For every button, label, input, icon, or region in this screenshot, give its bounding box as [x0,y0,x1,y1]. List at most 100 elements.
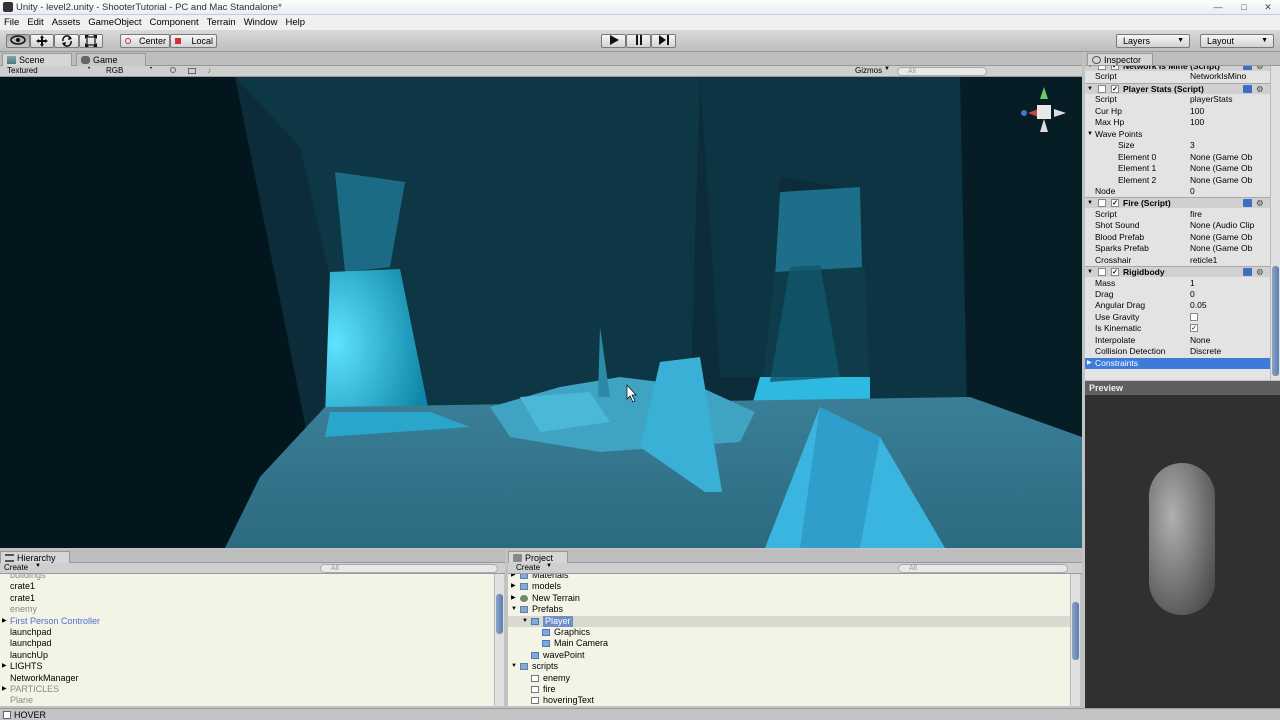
inspector-field[interactable]: Interpolate None [1085,335,1270,346]
project-search-input[interactable]: All [898,564,1068,573]
close-icon[interactable]: ✕ [1260,2,1276,13]
audio-toggle-icon[interactable]: ♪ [207,66,211,75]
scene-viewport[interactable] [0,77,1082,548]
hierarchy-item[interactable]: crate1 [0,581,35,592]
render-mode-dropdown[interactable]: Textured [7,66,38,75]
component-enabled-checkbox[interactable]: ✓ [1111,66,1119,70]
field-value[interactable]: 100 [1190,106,1204,117]
inspector-field[interactable]: Script fire [1085,209,1270,220]
tab-project[interactable]: Project [508,551,568,563]
color-mode-dropdown[interactable]: RGB [106,66,123,75]
expand-arrow-icon[interactable]: ▶ [511,574,516,581]
project-item[interactable]: Main Camera [508,638,1070,649]
step-button[interactable] [651,34,676,48]
menu-assets[interactable]: Assets [48,15,85,30]
inspector-field[interactable]: Element 2 None (Game Ob [1085,175,1270,186]
inspector-field[interactable]: Cur Hp 100 [1085,106,1270,117]
foldout-arrow-icon[interactable]: ▼ [1087,129,1093,140]
project-item[interactable]: enemy [508,673,1070,684]
project-item[interactable]: ▼ Player [508,615,1070,627]
inspector-field[interactable]: Use Gravity [1085,312,1270,323]
tab-scene[interactable]: Scene [2,53,72,66]
field-value[interactable]: None (Game Ob [1190,163,1252,174]
menu-edit[interactable]: Edit [23,15,47,30]
component-enabled-checkbox[interactable]: ✓ [1111,84,1119,93]
expand-arrow-icon[interactable]: ▶ [511,581,516,592]
hierarchy-item[interactable]: Plane [0,695,33,706]
inspector-field[interactable]: Drag 0 [1085,289,1270,300]
field-value[interactable]: 0 [1190,186,1195,197]
field-value[interactable]: 1 [1190,278,1195,289]
tab-inspector[interactable]: Inspector [1087,53,1153,65]
inspector-field[interactable]: Collision Detection Discrete [1085,346,1270,357]
layout-dropdown[interactable]: Layout ▼ [1200,34,1274,48]
inspector-field[interactable]: Node 0 [1085,186,1270,197]
help-book-icon[interactable] [1243,268,1252,277]
help-book-icon[interactable] [1243,66,1252,70]
project-item[interactable]: wavePoint [508,650,1070,661]
inspector-field[interactable]: Is Kinematic ✓ [1085,323,1270,334]
inspector-field[interactable]: Sparks Prefab None (Game Ob [1085,243,1270,254]
maximize-icon[interactable]: □ [1236,2,1252,13]
field-value[interactable]: None (Game Ob [1190,152,1252,163]
field-value[interactable]: Discrete [1190,346,1221,357]
component-header[interactable]: ▼ ✓ Rigidbody ⚙ [1085,266,1270,278]
component-header[interactable]: ▼ ✓ Player Stats (Script) ⚙ [1085,82,1270,94]
field-value[interactable]: 100 [1190,117,1204,128]
inspector-field[interactable]: Size 3 [1085,140,1270,151]
hierarchy-item[interactable]: enemy [0,604,37,615]
expand-arrow-icon[interactable]: ▼ [511,604,517,615]
field-checkbox[interactable]: ✓ [1190,324,1198,333]
hierarchy-item[interactable]: buildings [0,574,46,581]
gear-icon[interactable]: ⚙ [1256,267,1264,278]
inspector-field[interactable]: Script playerStats [1085,94,1270,105]
scene-search-input[interactable]: All [897,67,987,76]
play-button[interactable] [601,34,626,48]
pivot-local-button[interactable]: Local [170,34,217,48]
component-header[interactable]: ▼ ✓ Network Is Mine (Script) ⚙ [1085,66,1270,71]
scale-tool-button[interactable] [79,34,103,48]
project-item[interactable]: fire [508,684,1070,695]
inspector-field[interactable]: Element 1 None (Game Ob [1085,163,1270,174]
hand-tool-button[interactable] [6,34,30,48]
expand-arrow-icon[interactable]: ▼ [511,661,517,672]
inspector-scroll-thumb[interactable] [1272,266,1279,376]
project-scroll-thumb[interactable] [1072,602,1079,660]
hierarchy-create-dropdown[interactable]: Create [4,563,28,572]
inspector-field[interactable]: ▼ Wave Points [1085,129,1270,140]
menu-terrain[interactable]: Terrain [203,15,240,30]
image-effects-icon[interactable] [188,68,196,74]
tab-hierarchy[interactable]: Hierarchy [0,551,70,563]
field-value[interactable]: None [1190,335,1210,346]
field-value[interactable]: reticle1 [1190,255,1217,266]
hierarchy-item[interactable]: launchpad [0,638,52,649]
hierarchy-item[interactable]: ▶ PARTICLES [0,684,59,695]
rotate-tool-button[interactable] [54,34,79,48]
hierarchy-scrollbar[interactable] [494,574,504,706]
expand-arrow-icon[interactable]: ▶ [2,661,7,672]
field-checkbox[interactable] [1190,312,1198,321]
preview-header[interactable]: Preview [1085,381,1280,395]
menu-file[interactable]: File [0,15,23,30]
expand-arrow-icon[interactable]: ▶ [2,616,7,627]
hierarchy-item[interactable]: launchUp [0,650,48,661]
field-value[interactable]: None (Game Ob [1190,232,1252,243]
lighting-toggle-icon[interactable] [170,67,176,73]
project-item[interactable]: ▶ models [508,581,1070,592]
inspector-field[interactable]: ▶ Constraints [1085,357,1270,369]
expand-arrow-icon[interactable]: ▶ [511,593,516,604]
inspector-field[interactable]: Mass 1 [1085,278,1270,289]
hierarchy-item[interactable]: launchpad [0,627,52,638]
foldout-arrow-icon[interactable]: ▼ [1087,198,1093,209]
field-value[interactable]: 0.05 [1190,300,1207,311]
component-header[interactable]: ▼ ✓ Fire (Script) ⚙ [1085,197,1270,209]
field-value[interactable]: None (Audio Clip [1190,220,1254,231]
menu-component[interactable]: Component [146,15,203,30]
expand-arrow-icon[interactable]: ▼ [522,616,528,627]
hierarchy-item[interactable]: ▶ First Person Controller [0,616,100,627]
project-item[interactable]: hoveringText [508,695,1070,706]
hierarchy-item[interactable]: crate1 [0,593,35,604]
menu-window[interactable]: Window [240,15,282,30]
project-item[interactable]: ▶ New Terrain [508,593,1070,604]
hierarchy-search-input[interactable]: All [320,564,498,573]
